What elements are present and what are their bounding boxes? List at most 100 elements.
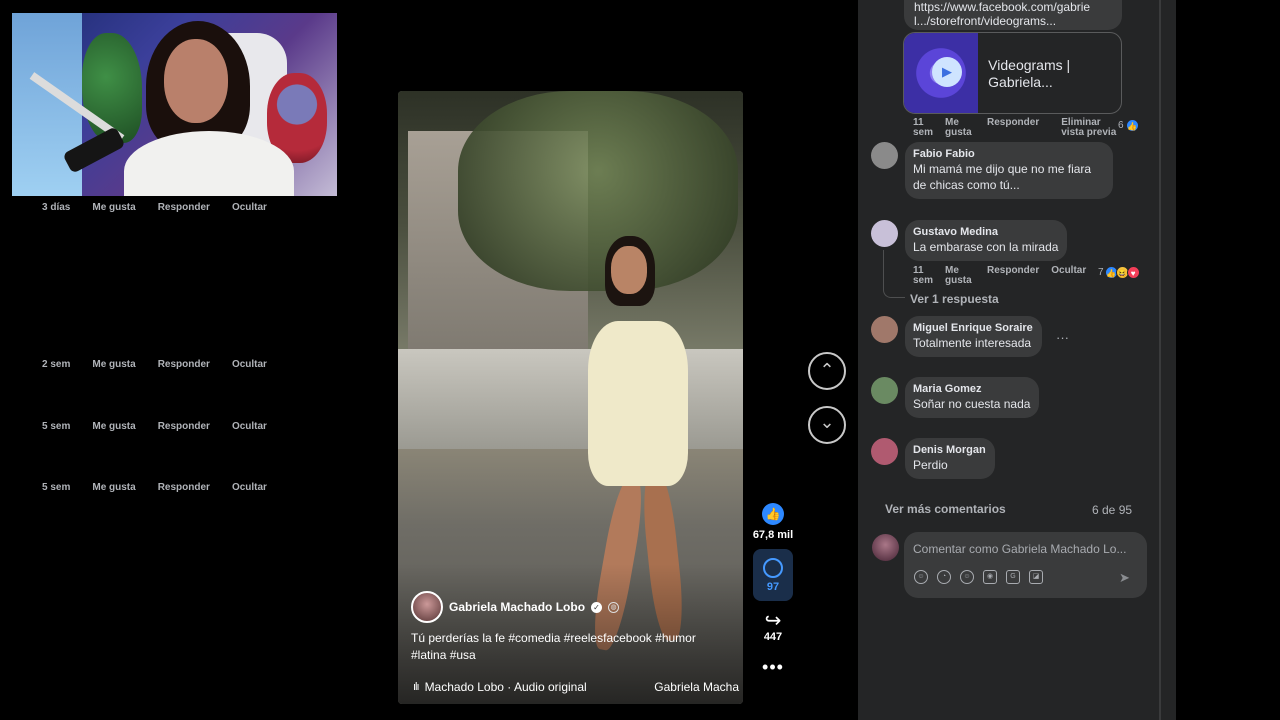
link-reactions[interactable]: 6 👍 <box>1118 119 1139 132</box>
subject-dress <box>588 321 688 486</box>
like-action[interactable]: Me gusta <box>945 266 975 286</box>
commenter-name[interactable]: Denis Morgan <box>913 443 986 457</box>
comment-reactions[interactable]: 7 👍 😆 ♥ <box>1098 266 1140 279</box>
comment-time[interactable]: 11 sem <box>913 118 933 138</box>
hide-action[interactable]: Ocultar <box>232 483 267 493</box>
audio-wave-icon: ılı <box>413 681 419 693</box>
reaction-count: 6 <box>1118 120 1124 131</box>
send-icon[interactable]: ➤ <box>1119 570 1130 586</box>
preview-title[interactable]: Videograms | Gabriela... <box>978 33 1121 113</box>
emoji-icon[interactable]: ☺ <box>960 570 974 584</box>
preview-thumbnail: ▶ <box>904 33 979 113</box>
reaction-count: 7 <box>1098 267 1104 278</box>
more-icon[interactable]: ••• <box>762 657 784 678</box>
chevron-down-icon[interactable]: ⌄ <box>808 406 846 444</box>
composer-tools: ☺ ◔ ☺ ◉ G ◪ <box>914 570 1043 584</box>
avatar[interactable] <box>871 220 898 247</box>
commenter-name[interactable]: Miguel Enrique Soraire <box>913 321 1033 335</box>
link-url[interactable]: https://www.facebook.com/gabrie l.../sto… <box>914 0 1090 28</box>
audio-author[interactable]: Gabriela Macha <box>654 680 739 694</box>
reel-actions: 👍 67,8 mil 97 ↪ 447 ••• <box>750 503 796 678</box>
comment-input[interactable] <box>913 540 1138 558</box>
view-replies-link[interactable]: Ver 1 respuesta <box>910 292 999 306</box>
comment-bubble[interactable]: Maria Gomez Soñar no cuesta nada <box>905 377 1040 418</box>
reply-action[interactable]: Responder <box>987 266 1039 286</box>
verified-icon: ✓ <box>591 601 603 613</box>
screen: Gabriela Machado Lobo ✓ ◍ Tú perderías l… <box>0 0 1280 720</box>
gif-icon[interactable]: G <box>1006 570 1020 584</box>
love-reaction-icon: ♥ <box>1126 266 1140 279</box>
comment-icon <box>763 557 783 578</box>
comment-time[interactable]: 2 sem <box>42 360 70 370</box>
comment-page-count: 6 de 95 <box>1092 503 1133 517</box>
streamer-face <box>164 39 228 123</box>
emoji-face-icon[interactable]: ◔ <box>937 570 951 584</box>
comment-composer: ☺ ◔ ☺ ◉ G ◪ ➤ <box>904 532 1147 598</box>
reply-action[interactable]: Responder <box>987 118 1039 138</box>
hide-action[interactable]: Ocultar <box>1051 266 1086 286</box>
avatar[interactable] <box>871 142 898 169</box>
like-count: 67,8 mil <box>752 529 794 541</box>
comment-count: 97 <box>766 580 780 593</box>
comment-meta: 11 sem Me gusta Responder Ocultar <box>913 266 1086 286</box>
camera-icon[interactable]: ◉ <box>983 570 997 584</box>
like-action[interactable]: Me gusta <box>945 118 975 138</box>
comment-time[interactable]: 5 sem <box>42 483 70 493</box>
reply-action[interactable]: Responder <box>158 203 210 213</box>
hide-action[interactable]: Ocultar <box>232 422 267 432</box>
reel-caption: Tú perderías la fe #comedia #reelesfaceb… <box>411 631 696 662</box>
comment-time[interactable]: 3 días <box>42 203 70 213</box>
comment-button[interactable]: 97 <box>753 549 793 601</box>
audio-label[interactable]: Machado Lobo · Audio original <box>425 680 587 694</box>
hide-action[interactable]: Ocultar <box>232 203 267 213</box>
author-name[interactable]: Gabriela Machado Lobo <box>449 600 585 614</box>
thread-line <box>883 250 905 298</box>
comment-bubble[interactable]: Denis Morgan Perdio <box>905 438 995 479</box>
comment-text: La embarase con la mirada <box>913 240 1059 254</box>
audio-info[interactable]: ılı Machado Lobo · Audio original <box>413 680 587 694</box>
like-reaction-icon: 👍 <box>1125 119 1139 132</box>
link-preview-card[interactable]: ▶ Videograms | Gabriela... <box>903 32 1122 114</box>
like-action[interactable]: Me gusta <box>92 360 135 370</box>
like-action[interactable]: Me gusta <box>92 422 135 432</box>
comment-bubble[interactable]: Miguel Enrique Soraire Totalmente intere… <box>905 316 1042 357</box>
reply-action[interactable]: Responder <box>158 360 210 370</box>
comment-text: Totalmente interesada <box>913 336 1032 350</box>
commenter-name[interactable]: Fabio Fabio <box>913 147 1104 161</box>
avatar[interactable] <box>871 316 898 343</box>
comment-meta: 5 sem Me gusta Responder Ocultar <box>42 422 289 432</box>
view-more-comments-link[interactable]: Ver más comentarios <box>885 502 1006 516</box>
comment-meta: 3 días Me gusta Responder Ocultar <box>42 203 289 213</box>
reel-author-row: Gabriela Machado Lobo ✓ ◍ <box>411 591 741 623</box>
like-action[interactable]: Me gusta <box>92 203 135 213</box>
comment-time[interactable]: 5 sem <box>42 422 70 432</box>
comment-bubble[interactable]: Fabio Fabio Mi mamá me dijo que no me fi… <box>905 142 1113 199</box>
chevron-up-icon[interactable]: ⌃ <box>808 352 846 390</box>
commenter-name[interactable]: Gustavo Medina <box>913 225 1058 239</box>
remove-preview-action[interactable]: Eliminar vista previa <box>1061 118 1121 138</box>
reply-action[interactable]: Responder <box>158 422 210 432</box>
avatar-sticker-icon[interactable]: ☺ <box>914 570 928 584</box>
thumbs-up-icon[interactable]: 👍 <box>762 503 784 525</box>
link-comment-bubble[interactable]: https://www.facebook.com/gabrie l.../sto… <box>904 0 1122 30</box>
webcam-overlay <box>12 13 337 196</box>
hide-action[interactable]: Ocultar <box>232 360 267 370</box>
author-avatar[interactable] <box>411 591 443 623</box>
comment-options-icon[interactable]: ··· <box>1056 330 1069 345</box>
avatar[interactable] <box>871 377 898 404</box>
comment-text: Mi mamá me dijo que no me fiara de chica… <box>913 162 1092 192</box>
reply-action[interactable]: Responder <box>158 483 210 493</box>
comment-meta: 2 sem Me gusta Responder Ocultar <box>42 360 289 370</box>
audio-row[interactable]: ılı Machado Lobo · Audio original Gabrie… <box>413 680 739 694</box>
composer-avatar[interactable] <box>872 534 899 561</box>
scrollbar-track[interactable] <box>1161 0 1176 720</box>
comment-text: Perdio <box>913 458 948 472</box>
avatar[interactable] <box>871 438 898 465</box>
like-action[interactable]: Me gusta <box>92 483 135 493</box>
comment-time[interactable]: 11 sem <box>913 266 933 286</box>
author-row: Gabriela Machado Lobo ✓ ◍ <box>411 591 741 623</box>
comment-bubble[interactable]: Gustavo Medina La embarase con la mirada <box>905 220 1068 261</box>
sticker-icon[interactable]: ◪ <box>1029 570 1043 584</box>
share-icon[interactable]: ↪ <box>765 611 782 631</box>
commenter-name[interactable]: Maria Gomez <box>913 382 1030 396</box>
